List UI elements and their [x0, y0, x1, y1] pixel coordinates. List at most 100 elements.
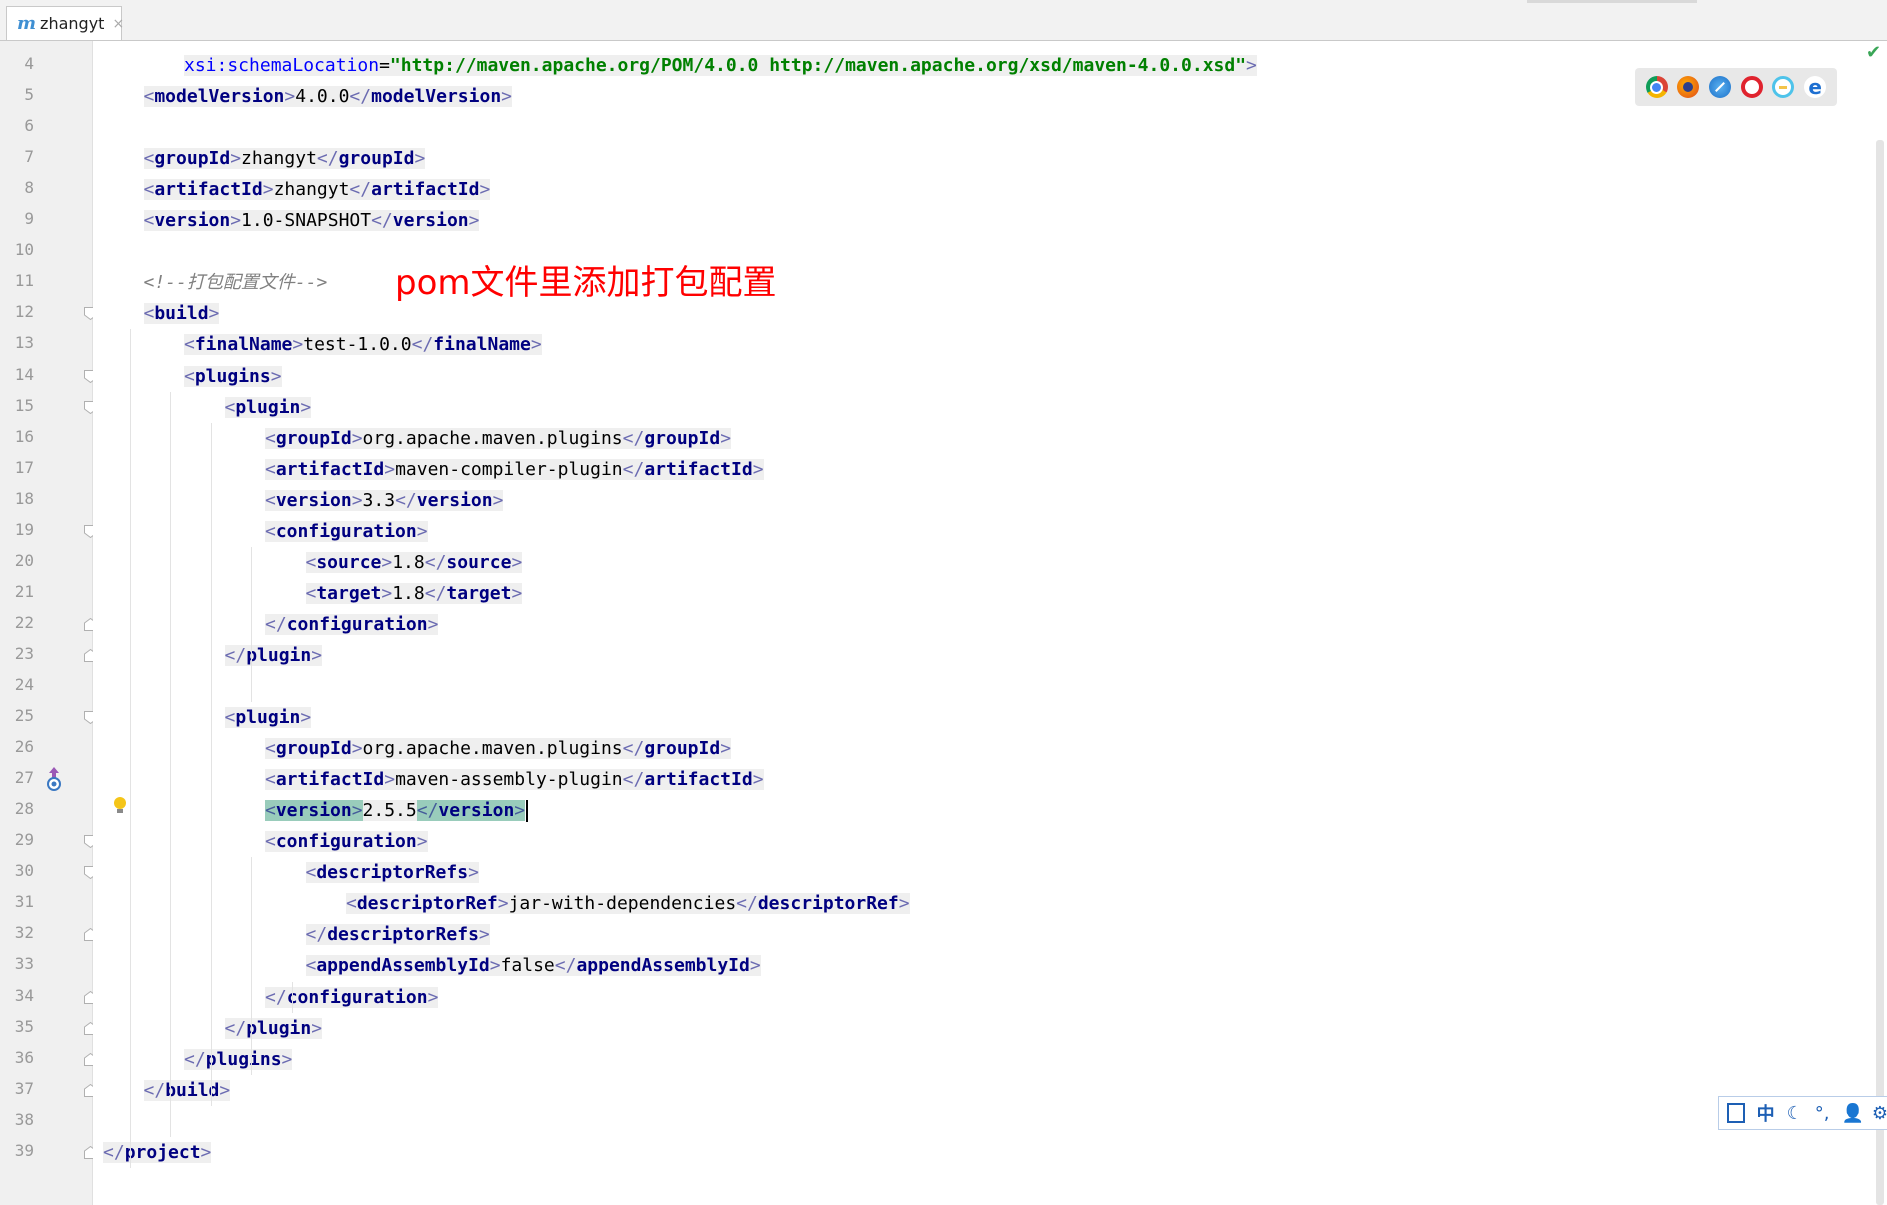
code-line[interactable]: <descriptorRef>jar-with-dependencies</de… — [346, 888, 910, 919]
chrome-icon[interactable] — [1645, 76, 1668, 98]
tag-name: configuration — [286, 613, 428, 635]
line-number: 34 — [14, 985, 34, 1005]
code-line[interactable]: <target>1.8</target> — [305, 578, 523, 609]
tag-name: artifactId — [371, 179, 480, 201]
code-line[interactable]: <build> — [143, 298, 220, 329]
code-line[interactable]: <version>2.5.5</version> — [265, 795, 529, 826]
firefox-icon[interactable] — [1677, 76, 1700, 98]
code-line[interactable]: </configuration> — [265, 609, 439, 640]
line-number: 27 — [14, 768, 34, 788]
line-number: 8 — [24, 178, 34, 198]
element-text: maven-compiler-plugin — [395, 458, 623, 480]
safari-icon[interactable] — [1709, 76, 1732, 98]
tag-name: groupId — [644, 738, 721, 760]
tab-zhangyt[interactable]: m zhangyt × — [6, 6, 124, 40]
code-line[interactable]: <artifactId>maven-assembly-plugin</artif… — [265, 764, 764, 795]
indent-guide — [251, 857, 252, 1075]
indent-guide — [251, 546, 252, 703]
indent-guide — [170, 391, 171, 1137]
line-number: 23 — [14, 643, 34, 663]
tag-name: version — [392, 210, 469, 232]
code-line[interactable]: <version>1.0-SNAPSHOT</version> — [143, 205, 480, 236]
element-text: zhangyt — [273, 179, 350, 201]
code-line[interactable]: </plugin> — [224, 640, 323, 671]
code-line[interactable]: <source>1.8</source> — [305, 547, 523, 578]
code-line[interactable]: <modelVersion>4.0.0</modelVersion> — [143, 81, 512, 112]
line-number: 12 — [14, 302, 34, 322]
code-line[interactable]: <configuration> — [265, 826, 428, 857]
tag-name: descriptorRefs — [327, 924, 479, 946]
code-line[interactable]: <appendAssemblyId>false</appendAssemblyI… — [305, 950, 761, 981]
indent-guide — [210, 422, 212, 1106]
code-line[interactable]: <configuration> — [265, 516, 428, 547]
maven-icon: m — [17, 13, 37, 34]
code-line[interactable]: <artifactId>maven-compiler-plugin</artif… — [265, 454, 764, 485]
line-number: 38 — [14, 1109, 34, 1129]
tag-name: appendAssemblyId — [576, 955, 750, 977]
code-line[interactable]: <!--打包配置文件--> — [144, 267, 328, 298]
line-number: 25 — [14, 706, 34, 726]
tag-name: groupId — [275, 427, 352, 449]
code-line[interactable]: <groupId>org.apache.maven.plugins</group… — [265, 733, 732, 764]
editor-window: m zhangyt × 4 5 6 7 8 9 10 11 12 13 14 15 16 17 18 19 20… — [0, 0, 1887, 1205]
vertical-scrollbar[interactable] — [1876, 140, 1884, 1205]
tab-label: zhangyt — [40, 14, 105, 33]
moon-icon[interactable]: ☾ — [1787, 1103, 1803, 1124]
line-number: 21 — [14, 581, 34, 601]
code-line[interactable]: <plugins> — [184, 361, 282, 392]
code-line[interactable]: </project> — [103, 1137, 212, 1168]
tag-name: source — [316, 551, 382, 573]
line-number: 6 — [24, 116, 34, 136]
lightbulb-icon[interactable] — [113, 796, 127, 820]
code-line[interactable]: </plugins> — [184, 1044, 293, 1075]
line-number: 5 — [24, 85, 34, 105]
line-number: 35 — [14, 1016, 34, 1036]
element-text: zhangyt — [241, 148, 317, 170]
code-line[interactable]: <finalName>test-1.0.0</finalName> — [184, 329, 542, 360]
ime-toolbar[interactable]: 中 ☾ °, 👤 ⚙ — [1718, 1096, 1887, 1130]
user-icon[interactable]: 👤 — [1841, 1103, 1863, 1124]
opera-icon[interactable] — [1740, 76, 1763, 98]
code-line[interactable]: <groupId>org.apache.maven.plugins</group… — [265, 423, 732, 454]
code-line[interactable]: </descriptorRefs> — [305, 919, 490, 950]
line-number: 33 — [14, 954, 34, 974]
xml-comment: <!--打包配置文件--> — [143, 272, 328, 294]
code-line[interactable]: <groupId>zhangyt</groupId> — [143, 143, 426, 174]
ime-mode-label[interactable]: 中 — [1757, 1100, 1775, 1126]
tag-name: plugin — [235, 707, 301, 729]
code-line[interactable]: xsi:schemaLocation="http://maven.apache.… — [184, 50, 1257, 81]
element-text: jar-with-dependencies — [508, 893, 737, 915]
line-number: 17 — [14, 457, 34, 477]
code-line[interactable]: <plugin> — [224, 702, 312, 733]
override-icon[interactable] — [46, 766, 62, 796]
line-number: 18 — [14, 488, 34, 508]
code-line[interactable]: <plugin> — [224, 392, 312, 423]
line-number: 13 — [14, 333, 34, 353]
code-line[interactable]: <version>3.3</version> — [265, 485, 504, 516]
ime-checkbox-icon[interactable] — [1727, 1103, 1745, 1123]
tag-name: plugins — [205, 1048, 282, 1070]
tag-name: artifactId — [275, 769, 385, 791]
code-line[interactable]: <artifactId>zhangyt</artifactId> — [143, 174, 491, 205]
tag-name: version — [416, 489, 493, 511]
code-line[interactable]: </plugin> — [224, 1013, 323, 1044]
ie-icon[interactable] — [1772, 76, 1795, 98]
red-annotation-text: pom文件里添加打包配置 — [395, 263, 777, 303]
tag-name: descriptorRefs — [316, 862, 469, 884]
line-number: 39 — [14, 1140, 34, 1160]
close-icon[interactable]: × — [112, 16, 124, 32]
code-editor[interactable]: xsi:schemaLocation="http://maven.apache.… — [93, 41, 1887, 1205]
tag-name: configuration — [275, 520, 417, 542]
line-number: 11 — [14, 271, 34, 291]
code-line[interactable]: <descriptorRefs> — [305, 857, 479, 888]
punctuation-icon[interactable]: °, — [1815, 1103, 1830, 1124]
line-number-gutter[interactable]: 4 5 6 7 8 9 10 11 12 13 14 15 16 17 18 19 20 21 22 23 24 25 26… — [0, 41, 97, 1205]
settings-icon[interactable]: ⚙ — [1872, 1103, 1887, 1124]
code-line[interactable]: </build> — [143, 1075, 231, 1106]
edge-icon[interactable]: e — [1804, 75, 1827, 99]
inspection-ok-icon[interactable]: ✔ — [1866, 42, 1881, 63]
line-number: 30 — [14, 861, 34, 881]
line-number: 19 — [14, 519, 34, 539]
tag-name: groupId — [275, 738, 352, 760]
tag-name: modelVersion — [154, 86, 285, 108]
